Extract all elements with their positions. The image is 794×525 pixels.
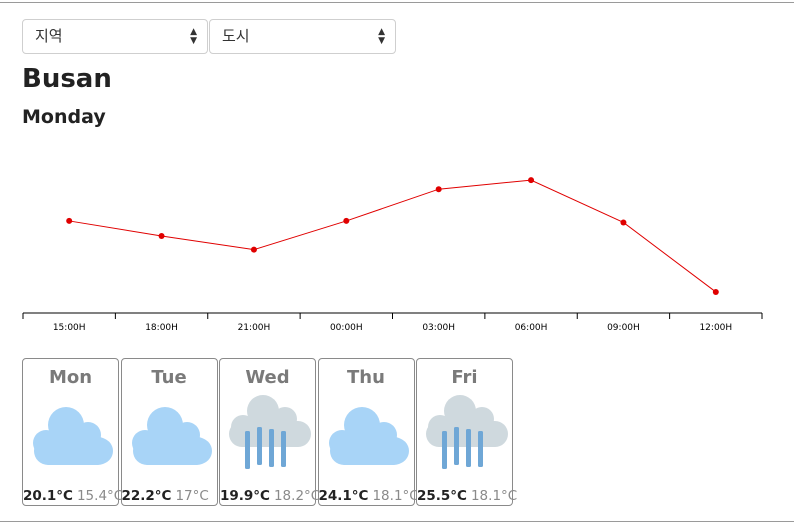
forecast-card-fri[interactable]: Fri 25.5°C 18.1°C: [416, 358, 517, 506]
forecast-day: Tue: [151, 367, 187, 388]
city-select[interactable]: 도시 ▲ ▼: [209, 19, 396, 54]
forecast-temps: 20.1°C 15.4°C: [23, 488, 123, 504]
forecast-card-tue[interactable]: Tue 22.2°C 17°C: [120, 358, 218, 506]
high-temp: 20.1°C: [23, 488, 73, 504]
forecast-card-mon[interactable]: Mon 20.1°C 15.4°C: [22, 358, 123, 506]
x-tick-label: 00:00H: [330, 323, 363, 333]
forecast-day: Fri: [451, 367, 478, 388]
forecast-temps: 25.5°C 18.1°C: [417, 488, 517, 504]
day-title: Monday: [22, 106, 106, 128]
x-tick-label: 03:00H: [422, 323, 455, 333]
cloud-icon: [322, 393, 412, 479]
temperature-point: [66, 217, 73, 224]
forecast-card-wed[interactable]: Wed 19.9°C 18.2°C: [219, 358, 320, 506]
cloud-icon: [125, 393, 215, 479]
low-temp: 15.4°C: [76, 488, 124, 504]
x-tick-label: 12:00H: [699, 323, 732, 333]
city-title: Busan: [22, 64, 112, 94]
region-select-value: 지역: [35, 27, 63, 45]
rain-cloud-icon: [420, 393, 510, 479]
x-tick-label: 21:00H: [238, 323, 271, 333]
hourly-temperature-chart: 15:00H 18:00H 21:00H 00:00H 03:00H 06:00H 09:0…: [22, 177, 763, 333]
forecast-cards: Mon 20.1°C 15.4°C Tue 22.2°C 17°C Wed 19.9°C 18.…: [22, 358, 517, 506]
forecast-temps: 19.9°C 18.2°C: [220, 488, 320, 504]
low-temp: 18.1°C: [372, 488, 419, 504]
x-tick-label: 06:00H: [515, 323, 548, 333]
temperature-point: [620, 219, 627, 226]
x-tick-label: 09:00H: [607, 323, 640, 333]
temperature-point: [158, 233, 165, 240]
temperature-point: [250, 246, 257, 253]
forecast-day: Thu: [347, 367, 385, 388]
select-arrows-icon: ▲ ▼: [378, 26, 385, 46]
forecast-temps: 22.2°C 17°C: [122, 488, 217, 504]
high-temp: 25.5°C: [417, 488, 467, 504]
temperature-point: [712, 288, 719, 295]
cloud-icon: [26, 393, 116, 479]
temperature-line: [69, 179, 717, 293]
bottom-border: [0, 521, 794, 522]
temperature-point: [343, 217, 350, 224]
temperature-point: [528, 177, 535, 184]
temperature-point: [435, 186, 442, 193]
low-temp: 18.2°C: [273, 488, 321, 504]
x-tick-label: 18:00H: [145, 323, 178, 333]
low-temp: 18.1°C: [470, 488, 518, 504]
select-arrows-icon: ▲ ▼: [190, 26, 197, 46]
city-select-value: 도시: [222, 27, 250, 45]
high-temp: 24.1°C: [318, 488, 369, 504]
rain-cloud-icon: [223, 393, 313, 479]
high-temp: 22.2°C: [121, 488, 172, 504]
x-tick-label: 15:00H: [53, 323, 86, 333]
region-select[interactable]: 지역 ▲ ▼: [22, 19, 208, 54]
forecast-day: Wed: [245, 367, 290, 388]
high-temp: 19.9°C: [220, 488, 270, 504]
top-border: [0, 2, 794, 3]
forecast-card-thu[interactable]: Thu 24.1°C 18.1°C: [317, 358, 419, 506]
forecast-day: Mon: [48, 367, 93, 388]
low-temp: 17°C: [175, 488, 209, 504]
forecast-temps: 24.1°C 18.1°C: [318, 488, 419, 504]
